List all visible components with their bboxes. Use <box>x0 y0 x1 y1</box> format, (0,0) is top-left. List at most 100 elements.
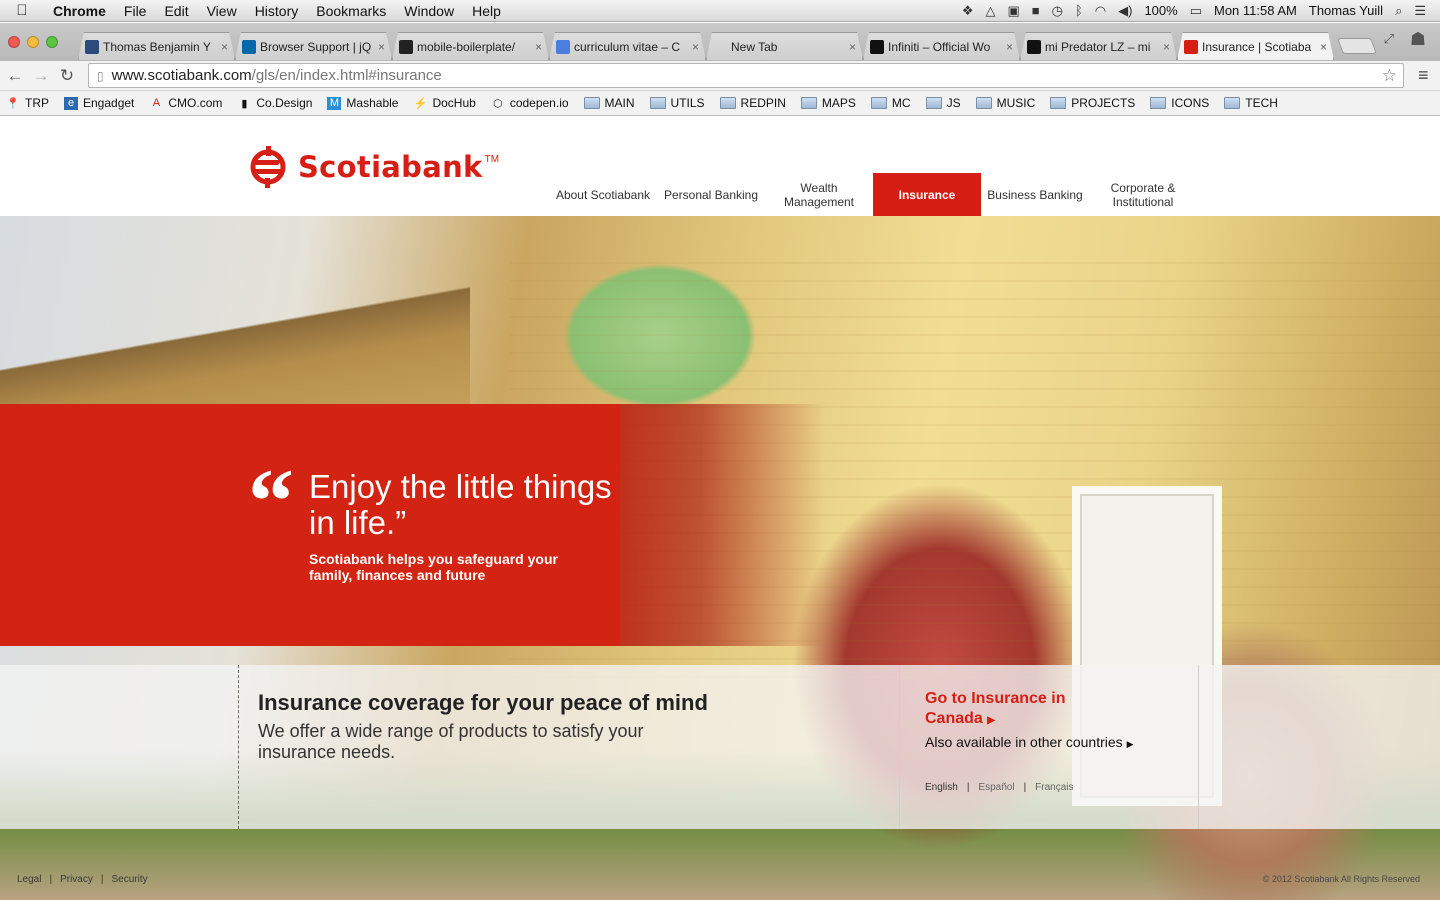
folder-icon <box>800 97 817 109</box>
minimize-window-button[interactable] <box>27 36 39 48</box>
bookmark-link[interactable]: A CMO.com <box>149 96 223 110</box>
browser-tab[interactable]: Thomas Benjamin Y × <box>78 32 235 60</box>
bookmark-label: CMO.com <box>168 96 223 110</box>
menu-history[interactable]: History <box>246 3 308 19</box>
close-tab-icon[interactable]: × <box>1006 40 1013 54</box>
nav-item-insurance[interactable]: Insurance <box>873 173 981 216</box>
arrow-right-icon: ▶ <box>1126 739 1134 749</box>
close-tab-icon[interactable]: × <box>1320 40 1327 54</box>
chrome-menu-icon[interactable]: ≡ <box>1418 65 1429 86</box>
lang-francais[interactable]: Français <box>1035 782 1073 793</box>
trademark-symbol: TM <box>484 153 500 165</box>
footer-privacy-link[interactable]: Privacy <box>60 874 93 885</box>
clock[interactable]: Mon 11:58 AM <box>1214 3 1297 18</box>
folder-icon <box>1150 97 1167 109</box>
footer-legal-link[interactable]: Legal <box>17 874 41 885</box>
address-bar[interactable]: ▯ www.scotiabank.com/gls/en/index.html#i… <box>88 63 1404 88</box>
browser-tab[interactable]: mi Predator LZ – mi × <box>1020 32 1177 60</box>
other-countries-link[interactable]: Also available in other countries ▶ <box>925 734 1133 750</box>
bookmark-link[interactable]: 📍 TRP <box>6 96 49 110</box>
bookmark-link[interactable]: ⚡ DocHub <box>413 96 476 110</box>
incognito-icon: ☗ <box>1409 29 1426 49</box>
lang-english[interactable]: English <box>925 782 958 793</box>
display-icon[interactable]: ▣ <box>1007 3 1019 19</box>
browser-tab[interactable]: curriculum vitae – C × <box>549 32 706 60</box>
bookmark-link[interactable]: ⬡ codepen.io <box>491 96 569 110</box>
zoom-window-button[interactable] <box>46 36 58 48</box>
menu-file[interactable]: File <box>115 3 156 19</box>
go-to-insurance-canada-link[interactable]: Go to Insurance in Canada ▶ <box>925 689 1075 731</box>
close-tab-icon[interactable]: × <box>378 40 385 54</box>
codepen-icon: ⬡ <box>493 97 503 110</box>
browser-tab[interactable]: mobile-boilerplate/ × <box>392 32 549 60</box>
menu-help[interactable]: Help <box>463 3 510 19</box>
bookmark-link[interactable]: ▮ Co.Design <box>237 96 312 110</box>
folder-icon <box>975 97 992 109</box>
close-tab-icon[interactable]: × <box>535 40 542 54</box>
adobe-icon: A <box>152 97 161 109</box>
bookmark-star-icon[interactable]: ☆ <box>1382 66 1397 86</box>
menu-view[interactable]: View <box>198 3 246 19</box>
bookmark-folder[interactable]: ICONS <box>1150 96 1209 110</box>
bookmark-folder[interactable]: MC <box>870 96 911 110</box>
notification-center-icon[interactable]: ☰ <box>1414 3 1426 19</box>
new-tab-button[interactable] <box>1337 38 1377 54</box>
menu-app-chrome[interactable]: Chrome <box>44 3 115 19</box>
bookmark-link[interactable]: M Mashable <box>327 96 398 110</box>
browser-tab[interactable]: Infiniti – Official Wo × <box>863 32 1020 60</box>
bookmark-folder[interactable]: UTILS <box>649 96 705 110</box>
bookmark-folder[interactable]: MAIN <box>583 96 635 110</box>
spotlight-icon[interactable]: ⌕ <box>1395 3 1402 19</box>
close-tab-icon[interactable]: × <box>692 40 699 54</box>
dropbox-icon[interactable]: ❖ <box>962 3 974 19</box>
close-tab-icon[interactable]: × <box>221 40 228 54</box>
fullscreen-icon[interactable]: ⤢ <box>1384 31 1394 47</box>
browser-tab[interactable]: Insurance | Scotiaba × <box>1177 32 1334 60</box>
nav-item-corporate-institutional[interactable]: Corporate & Institutional <box>1089 173 1197 216</box>
bookmark-folder[interactable]: REDPIN <box>719 96 786 110</box>
reload-button[interactable]: ↻ <box>54 66 80 86</box>
tabs: Thomas Benjamin Y × Browser Support | jQ × m… <box>78 32 1377 60</box>
back-button[interactable]: ← <box>2 66 28 86</box>
nav-item-business-banking[interactable]: Business Banking <box>981 173 1089 216</box>
close-window-button[interactable] <box>8 36 20 48</box>
url-path: /gls/en/index.html#insurance <box>251 67 442 84</box>
battery-icon[interactable]: ▭ <box>1190 3 1202 19</box>
bookmark-folder[interactable]: JS <box>925 96 961 110</box>
bookmark-folder[interactable]: TECH <box>1224 96 1278 110</box>
bookmark-link[interactable]: e Engadget <box>64 96 134 110</box>
scotiabank-logo[interactable]: Scotiabank TM <box>248 146 499 188</box>
infiniti-icon <box>870 40 884 54</box>
browser-tab[interactable]: New Tab × <box>706 32 863 60</box>
close-tab-icon[interactable]: × <box>849 40 856 54</box>
bookmark-folder[interactable]: MUSIC <box>975 96 1035 110</box>
browser-tab[interactable]: Browser Support | jQ × <box>235 32 392 60</box>
site-header: Scotiabank TM About Scotiabank Personal B… <box>0 117 1440 216</box>
forward-button[interactable]: → <box>28 66 54 86</box>
nav-item-about-scotiabank[interactable]: About Scotiabank <box>549 173 657 216</box>
apple-icon[interactable]:  <box>0 2 44 19</box>
battery-percent[interactable]: 100% <box>1144 3 1177 18</box>
lang-espanol[interactable]: Español <box>978 782 1014 793</box>
menu-window[interactable]: Window <box>395 3 463 19</box>
coverage-text: We offer a wide range of products to sat… <box>258 721 644 762</box>
menu-edit[interactable]: Edit <box>155 3 197 19</box>
user-name[interactable]: Thomas Yuill <box>1309 3 1383 18</box>
chat-icon[interactable]: ■ <box>1032 3 1040 18</box>
footer-security-link[interactable]: Security <box>111 874 147 885</box>
bookmark-label: Co.Design <box>256 96 313 110</box>
menu-bookmarks[interactable]: Bookmarks <box>307 3 395 19</box>
adidas-icon <box>1027 40 1041 54</box>
close-tab-icon[interactable]: × <box>1163 40 1170 54</box>
nav-item-wealth-management[interactable]: Wealth Management <box>765 173 873 216</box>
time-machine-icon[interactable]: ◷ <box>1052 3 1063 19</box>
volume-icon[interactable]: ◀) <box>1118 3 1132 19</box>
bookmark-folder[interactable]: PROJECTS <box>1050 96 1135 110</box>
bookmark-label: REDPIN <box>740 96 786 110</box>
drive-icon[interactable]: △ <box>985 3 995 19</box>
wifi-icon[interactable]: ◠ <box>1095 3 1106 19</box>
bluetooth-icon[interactable]: ᛒ <box>1075 3 1083 18</box>
copyright: © 2012 Scotiabank All Rights Reserved <box>1262 874 1420 884</box>
nav-item-personal-banking[interactable]: Personal Banking <box>657 173 765 216</box>
bookmark-folder[interactable]: MAPS <box>800 96 856 110</box>
